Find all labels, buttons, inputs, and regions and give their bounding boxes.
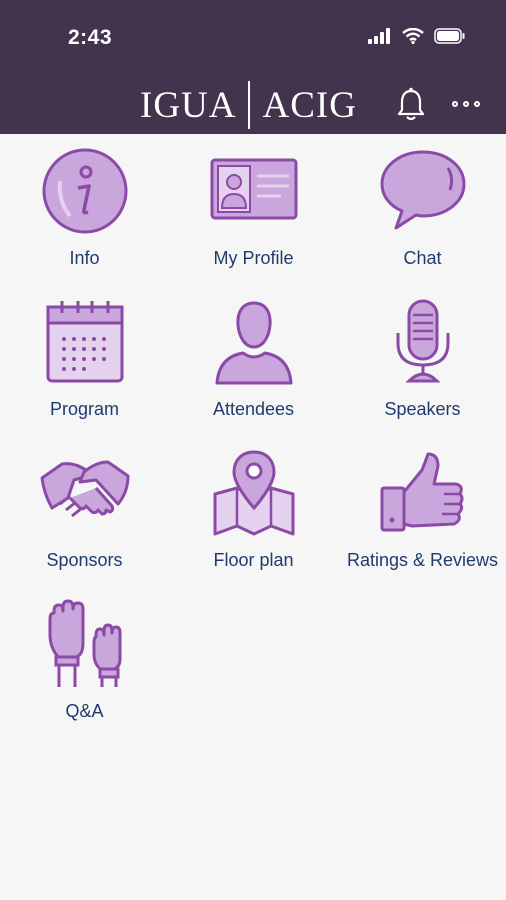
menu-item-attendees[interactable]: Attendees (169, 285, 338, 435)
person-icon (215, 301, 292, 385)
menu-item-sponsors[interactable]: Sponsors (0, 436, 169, 586)
menu-item-floor-plan[interactable]: Floor plan (169, 436, 338, 586)
menu-item-label: Sponsors (46, 550, 123, 570)
app-logo: IGUA ACIG (140, 80, 357, 130)
handshake-icon (40, 460, 129, 518)
app-header: 2:43 IGUA ACIG (0, 0, 506, 134)
bell-icon[interactable] (395, 87, 427, 123)
thumbs-up-icon (380, 452, 463, 532)
battery-icon (434, 28, 465, 44)
menu-item-qa[interactable]: Q&A (0, 587, 169, 737)
logo-text-left: IGUA (140, 84, 237, 126)
menu-item-program[interactable]: Program (0, 285, 169, 435)
id-card-icon (210, 158, 297, 220)
menu-item-label: Speakers (384, 399, 461, 419)
menu-item-label: Info (69, 248, 100, 268)
menu-item-label: My Profile (213, 248, 294, 268)
menu-item-info[interactable]: Info (0, 134, 169, 284)
menu-item-label: Chat (403, 248, 442, 268)
info-icon (42, 148, 127, 234)
menu-item-label: Ratings & Reviews (346, 550, 499, 570)
menu-item-speakers[interactable]: Speakers (338, 285, 506, 435)
status-icons (368, 28, 466, 44)
menu-item-label: Q&A (65, 701, 104, 721)
map-pin-icon (213, 450, 294, 536)
menu-item-my-profile[interactable]: My Profile (169, 134, 338, 284)
menu-item-chat[interactable]: Chat (338, 134, 506, 284)
microphone-icon (396, 299, 449, 383)
signal-icon (368, 28, 390, 44)
calendar-icon (46, 301, 123, 383)
more-options-icon[interactable] (452, 101, 480, 107)
menu-item-label: Attendees (212, 399, 295, 419)
menu-item-label: Program (49, 399, 120, 419)
menu-item-label: Floor plan (213, 550, 294, 570)
wifi-icon (402, 28, 424, 44)
menu-item-ratings-reviews[interactable]: Ratings & Reviews (338, 436, 506, 586)
status-time: 2:43 (68, 26, 113, 49)
chat-bubble-icon (380, 150, 465, 230)
raised-hands-icon (48, 599, 121, 687)
logo-divider (248, 81, 251, 129)
logo-text-right: ACIG (262, 84, 357, 126)
